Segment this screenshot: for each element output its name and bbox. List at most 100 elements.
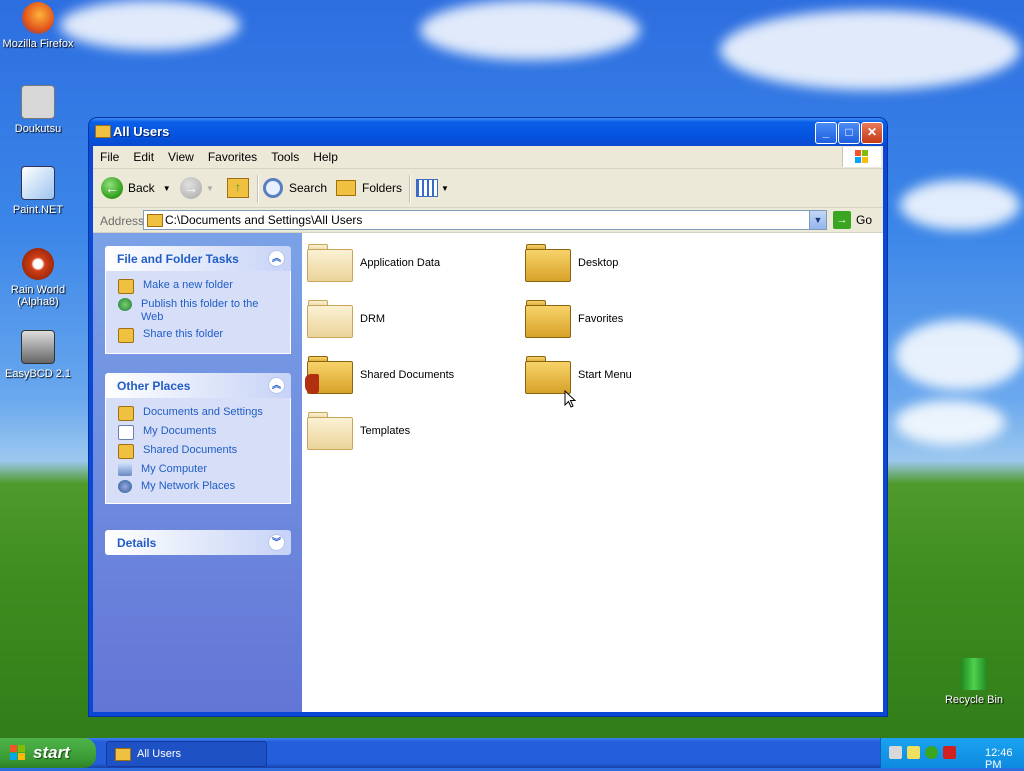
- desktop-icon-rainworld[interactable]: Rain World (Alpha8): [0, 248, 76, 308]
- desktop-icon-firefox[interactable]: Mozilla Firefox: [0, 2, 76, 50]
- folder-desktop[interactable]: Desktop: [525, 244, 619, 282]
- folder-shared-documents[interactable]: Shared Documents: [305, 356, 454, 394]
- shared-folder-icon: [305, 356, 353, 394]
- up-button[interactable]: ↑: [227, 175, 249, 201]
- folder-label: DRM: [360, 312, 386, 325]
- system-tray: 12:46 PM: [880, 738, 1024, 771]
- clock[interactable]: 12:46 PM: [985, 747, 1024, 771]
- folder-icon: [95, 125, 111, 138]
- easybcd-icon: [21, 330, 55, 364]
- folder-favorites[interactable]: Favorites: [525, 300, 623, 338]
- maximize-button[interactable]: □: [838, 122, 860, 144]
- menu-favorites[interactable]: Favorites: [201, 146, 264, 164]
- views-button[interactable]: ▼: [416, 175, 449, 201]
- forward-arrow-icon: →: [180, 177, 202, 199]
- place-shared-documents[interactable]: Shared Documents: [118, 444, 282, 459]
- desktop-icon-paintnet[interactable]: Paint.NET: [0, 166, 76, 216]
- windows-flag-icon: [10, 745, 25, 760]
- place-my-network-places[interactable]: My Network Places: [118, 480, 282, 493]
- folders-button[interactable]: Folders: [336, 175, 402, 201]
- desktop-icon-doukutsu[interactable]: Doukutsu: [0, 85, 76, 135]
- go-label: Go: [856, 213, 873, 227]
- my-computer-icon: [118, 463, 132, 476]
- folder-templates[interactable]: Templates: [307, 412, 410, 450]
- rainworld-icon: [22, 248, 54, 280]
- menu-edit[interactable]: Edit: [126, 146, 161, 164]
- panel-header[interactable]: File and Folder Tasks ︽: [105, 246, 291, 271]
- address-value: C:\Documents and Settings\All Users: [165, 213, 363, 227]
- back-button[interactable]: ← Back ▼: [101, 175, 171, 201]
- desktop-icon-label: Paint.NET: [12, 204, 64, 216]
- task-pane: File and Folder Tasks ︽ Make a new folde…: [93, 233, 302, 712]
- windows-logo: [842, 147, 881, 167]
- panel-header[interactable]: Other Places ︽: [105, 373, 291, 398]
- folder-icon: [147, 214, 163, 227]
- menu-view[interactable]: View: [161, 146, 201, 164]
- folders-icon: [336, 180, 356, 196]
- address-dropdown-icon[interactable]: ▼: [809, 211, 826, 229]
- collapse-chevron-icon[interactable]: ︽: [268, 377, 285, 394]
- mouse-cursor-icon: [564, 390, 577, 408]
- details-panel: Details ︾: [105, 530, 291, 555]
- place-my-computer[interactable]: My Computer: [118, 463, 282, 476]
- folder-icon: [307, 412, 353, 450]
- desktop-icon-label: Rain World (Alpha8): [10, 284, 66, 308]
- address-field[interactable]: C:\Documents and Settings\All Users ▼: [143, 210, 827, 230]
- place-label: My Network Places: [141, 480, 236, 492]
- folder-label: Desktop: [578, 256, 619, 269]
- task-make-new-folder[interactable]: Make a new folder: [118, 279, 282, 294]
- menu-help[interactable]: Help: [306, 146, 345, 164]
- other-places-panel: Other Places ︽ Documents and Settings My…: [105, 373, 291, 504]
- share-folder-icon: [118, 328, 134, 343]
- taskbar-item-all-users[interactable]: All Users: [106, 741, 267, 767]
- panel-title: Other Places: [117, 379, 191, 393]
- address-label: Address: [100, 214, 145, 228]
- search-icon: [263, 178, 283, 198]
- menu-file[interactable]: File: [93, 146, 126, 164]
- folder-icon: [118, 406, 134, 421]
- folder-view: Application Data Desktop DRM Favorites S…: [302, 233, 883, 712]
- panel-header[interactable]: Details ︾: [105, 530, 291, 555]
- place-documents-and-settings[interactable]: Documents and Settings: [118, 406, 282, 421]
- views-dropdown-icon: ▼: [441, 183, 449, 193]
- back-label: Back: [128, 181, 155, 195]
- share-hand-icon: [305, 374, 319, 394]
- desktop-icon-recycle-bin[interactable]: Recycle Bin: [936, 658, 1012, 706]
- go-button[interactable]: → Go: [833, 211, 872, 229]
- title-bar[interactable]: All Users _ □ ✕: [89, 118, 887, 146]
- folder-label: Start Menu: [578, 368, 632, 381]
- folder-application-data[interactable]: Application Data: [307, 244, 440, 282]
- desktop-icon-easybcd[interactable]: EasyBCD 2.1: [0, 330, 76, 380]
- desktop-icon-label: Recycle Bin: [944, 694, 1004, 706]
- back-dropdown-icon[interactable]: ▼: [163, 184, 171, 193]
- folder-start-menu[interactable]: Start Menu: [525, 356, 632, 394]
- folders-label: Folders: [362, 181, 403, 195]
- task-share-folder[interactable]: Share this folder: [118, 328, 282, 343]
- taskbar: start All Users 12:46 PM: [0, 738, 1024, 771]
- folder-icon: [525, 244, 571, 282]
- collapse-chevron-icon[interactable]: ︽: [268, 250, 285, 267]
- new-folder-icon: [118, 279, 134, 294]
- address-bar: Address C:\Documents and Settings\All Us…: [93, 208, 883, 233]
- folder-icon: [525, 300, 571, 338]
- security-shield-icon[interactable]: [943, 746, 956, 759]
- start-label: start: [33, 743, 70, 762]
- search-button[interactable]: Search: [263, 175, 327, 201]
- my-documents-icon: [118, 425, 134, 440]
- network-tray-icon[interactable]: [889, 746, 902, 759]
- globe-icon: [118, 298, 132, 311]
- desktop-icon-label: Doukutsu: [14, 123, 62, 135]
- minimize-button[interactable]: _: [815, 122, 837, 144]
- folder-icon: [115, 748, 131, 761]
- search-label: Search: [289, 181, 328, 195]
- close-button[interactable]: ✕: [861, 122, 883, 144]
- volume-tray-icon[interactable]: [907, 746, 920, 759]
- start-button[interactable]: start: [0, 738, 96, 768]
- menu-tools[interactable]: Tools: [264, 146, 306, 164]
- update-tray-icon[interactable]: [925, 746, 938, 759]
- place-my-documents[interactable]: My Documents: [118, 425, 282, 440]
- expand-chevron-icon[interactable]: ︾: [268, 534, 285, 551]
- folder-drm[interactable]: DRM: [307, 300, 386, 338]
- forward-button[interactable]: → ▼: [180, 175, 214, 201]
- task-publish-web[interactable]: Publish this folder to the Web: [118, 298, 282, 324]
